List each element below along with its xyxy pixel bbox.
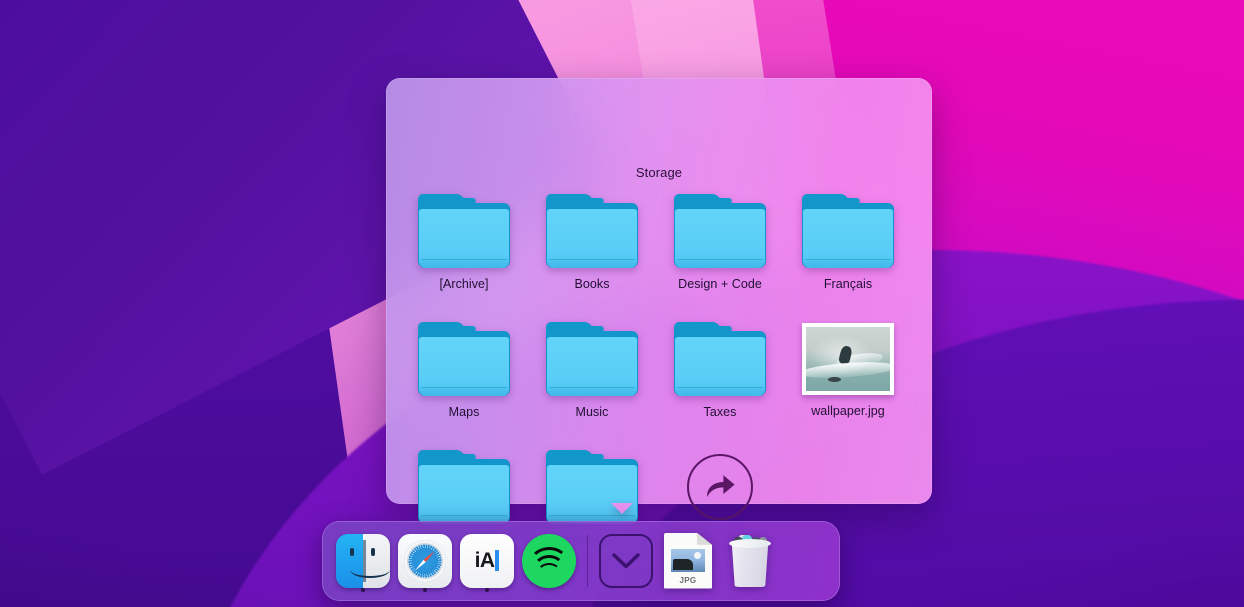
stack-item-label: Maps <box>449 405 480 419</box>
ia-writer-glyph: iA <box>475 549 495 572</box>
image-thumbnail-icon <box>802 323 894 395</box>
stack-grid: [Archive] Books Design + Code Français <box>386 190 932 574</box>
running-indicator-dot <box>361 588 365 592</box>
dock-item-safari[interactable] <box>394 525 456 597</box>
spotify-icon <box>522 534 576 588</box>
folder-icon <box>674 322 766 396</box>
dock-item-ia-writer[interactable]: iA <box>456 525 518 597</box>
stack-item-label: Français <box>824 277 872 291</box>
stack-item-francais[interactable]: Français <box>784 190 912 318</box>
stack-item-maps[interactable]: Maps <box>400 318 528 446</box>
stack-item-label: Taxes <box>704 405 737 419</box>
dock-item-trash[interactable] <box>719 525 781 597</box>
stack-item-label: Music <box>576 405 609 419</box>
stack-item-label: [Archive] <box>439 277 488 291</box>
folder-icon <box>674 194 766 268</box>
jpg-file-icon: JPG <box>664 533 712 589</box>
folder-icon <box>546 322 638 396</box>
safari-icon <box>398 534 452 588</box>
stack-item-design-code[interactable]: Design + Code <box>656 190 784 318</box>
dock-divider <box>587 535 588 587</box>
running-indicator-dot <box>485 588 489 592</box>
stack-title: Storage <box>386 165 932 180</box>
file-extension-label: JPG <box>664 576 712 585</box>
stack-item-label: wallpaper.jpg <box>811 404 885 418</box>
stack-popup-pointer <box>611 503 633 514</box>
stack-chevron-down-icon <box>599 534 653 588</box>
stack-popup-panel: Storage [Archive] Books Design + Code <box>386 78 932 504</box>
ia-writer-icon: iA <box>460 534 514 588</box>
finder-icon <box>336 534 390 588</box>
dock-item-storage-stack[interactable] <box>595 525 657 597</box>
folder-icon <box>418 450 510 524</box>
folder-icon <box>418 322 510 396</box>
desktop[interactable]: Storage [Archive] Books Design + Code <box>0 0 1244 607</box>
folder-icon <box>546 194 638 268</box>
arrow-forward-circle-icon <box>687 454 753 520</box>
stack-item-label: Books <box>575 277 610 291</box>
stack-item-taxes[interactable]: Taxes <box>656 318 784 446</box>
stack-item-archive[interactable]: [Archive] <box>400 190 528 318</box>
stack-item-books[interactable]: Books <box>528 190 656 318</box>
stack-item-wallpaper-jpg[interactable]: wallpaper.jpg <box>784 318 912 446</box>
running-indicator-dot <box>423 588 427 592</box>
folder-icon <box>802 194 894 268</box>
stack-item-music[interactable]: Music <box>528 318 656 446</box>
dock-item-finder[interactable] <box>332 525 394 597</box>
trash-full-icon <box>726 535 774 587</box>
dock-item-wallpaper-jpg[interactable]: JPG <box>657 525 719 597</box>
folder-icon <box>418 194 510 268</box>
dock-item-spotify[interactable] <box>518 525 580 597</box>
dock: iA JPG <box>322 521 840 601</box>
stack-item-label: Design + Code <box>678 277 762 291</box>
